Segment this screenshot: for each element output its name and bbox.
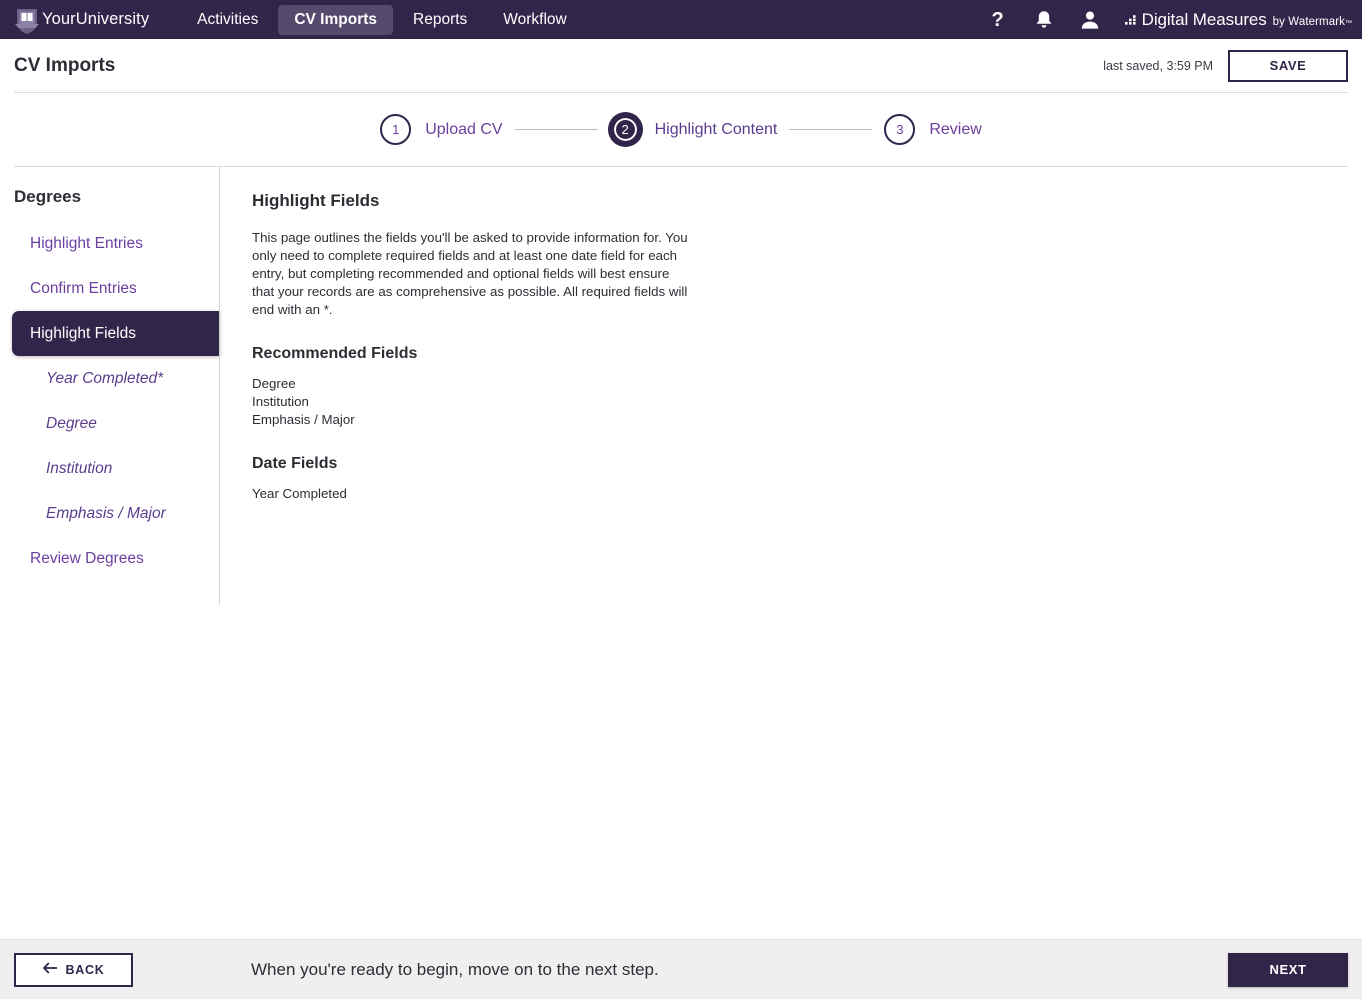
step-connector-1 <box>514 129 598 130</box>
trademark-symbol: ™ <box>1345 19 1352 27</box>
recommended-fields-list: Degree Institution Emphasis / Major <box>252 375 1362 429</box>
sidebar-subitem-year-completed[interactable]: Year Completed* <box>0 356 220 401</box>
nav-item-activities[interactable]: Activities <box>181 5 274 35</box>
field-item: Year Completed <box>252 486 347 501</box>
step-connector-2 <box>789 129 873 130</box>
sidebar-divider <box>219 167 220 605</box>
content-area: Degrees Highlight Entries Confirm Entrie… <box>0 167 1362 930</box>
sidebar-item-confirm-entries[interactable]: Confirm Entries <box>0 266 220 311</box>
sidebar-navigation: Degrees Highlight Entries Confirm Entrie… <box>0 167 220 930</box>
digital-measures-dot-matrix-icon <box>1124 11 1141 25</box>
intro-paragraph: This page outlines the fields you'll be … <box>252 230 688 317</box>
help-icon[interactable]: ? <box>975 0 1021 39</box>
arrow-left-icon <box>42 962 58 977</box>
back-button[interactable]: BACK <box>14 952 133 987</box>
notifications-bell-icon[interactable] <box>1021 0 1067 39</box>
progress-stepper: 1 Upload CV 2 Highlight Content 3 Review <box>0 93 1362 166</box>
footer-bar: BACK When you're ready to begin, move on… <box>0 939 1362 999</box>
recommended-fields-heading: Recommended Fields <box>252 345 418 362</box>
main-nav: Activities CV Imports Reports Workflow <box>181 4 583 35</box>
page-title-bar: CV Imports last saved, 3:59 PM SAVE <box>0 39 1362 92</box>
nav-item-cv-imports[interactable]: CV Imports <box>278 4 394 35</box>
sidebar-heading: Degrees <box>14 187 82 206</box>
sidebar-subitem-degree[interactable]: Degree <box>0 401 220 446</box>
sidebar-subitem-institution[interactable]: Institution <box>0 446 220 491</box>
sidebar-subitem-emphasis-major[interactable]: Emphasis / Major <box>0 491 220 536</box>
field-item: Degree <box>252 376 296 391</box>
product-name: Digital Measures <box>1141 9 1267 29</box>
help-glyph: ? <box>991 8 1004 31</box>
top-right-actions: ? Digital Measures by Watermark ™ <box>975 0 1362 39</box>
date-fields-heading: Date Fields <box>252 455 338 472</box>
step-1-circle[interactable]: 1 <box>380 114 412 145</box>
step-1-label[interactable]: Upload CV <box>425 121 502 139</box>
save-button[interactable]: SAVE <box>1228 49 1348 82</box>
main-panel: Highlight Fields This page outlines the … <box>220 167 1362 930</box>
top-navigation-bar: YourUniversity Activities CV Imports Rep… <box>0 0 1362 39</box>
next-button[interactable]: NEXT <box>1228 952 1348 987</box>
footer-message: When you're ready to begin, move on to t… <box>251 959 659 979</box>
step-3-label[interactable]: Review <box>929 121 981 139</box>
digital-measures-logo: Digital Measures by Watermark ™ <box>1124 9 1352 30</box>
nav-item-workflow[interactable]: Workflow <box>487 5 582 35</box>
university-crest-book-icon <box>14 6 40 36</box>
university-name: YourUniversity <box>42 10 150 28</box>
sidebar-item-review-degrees[interactable]: Review Degrees <box>0 536 220 581</box>
sidebar-item-highlight-fields[interactable]: Highlight Fields <box>12 311 220 356</box>
user-account-icon[interactable] <box>1067 0 1113 39</box>
field-item: Institution <box>252 394 309 409</box>
field-item: Emphasis / Major <box>252 412 355 427</box>
main-heading: Highlight Fields <box>252 191 380 210</box>
university-brand[interactable]: YourUniversity <box>14 4 149 36</box>
step-review[interactable]: 3 Review <box>884 114 982 145</box>
last-saved-status: last saved, 3:59 PM <box>1103 58 1213 73</box>
nav-item-reports[interactable]: Reports <box>397 5 483 35</box>
sidebar-item-highlight-entries[interactable]: Highlight Entries <box>0 221 220 266</box>
step-2-label[interactable]: Highlight Content <box>655 121 778 139</box>
page-title: CV Imports <box>14 54 116 76</box>
product-vendor: by Watermark <box>1272 15 1345 28</box>
step-2-circle[interactable]: 2 <box>611 116 639 143</box>
date-fields-list: Year Completed <box>252 485 1362 503</box>
title-bar-actions: last saved, 3:59 PM SAVE <box>1103 49 1348 82</box>
step-3-circle[interactable]: 3 <box>884 114 916 145</box>
step-highlight-content[interactable]: 2 Highlight Content <box>610 114 778 145</box>
step-upload-cv[interactable]: 1 Upload CV <box>380 114 503 145</box>
back-button-label: BACK <box>65 962 105 977</box>
